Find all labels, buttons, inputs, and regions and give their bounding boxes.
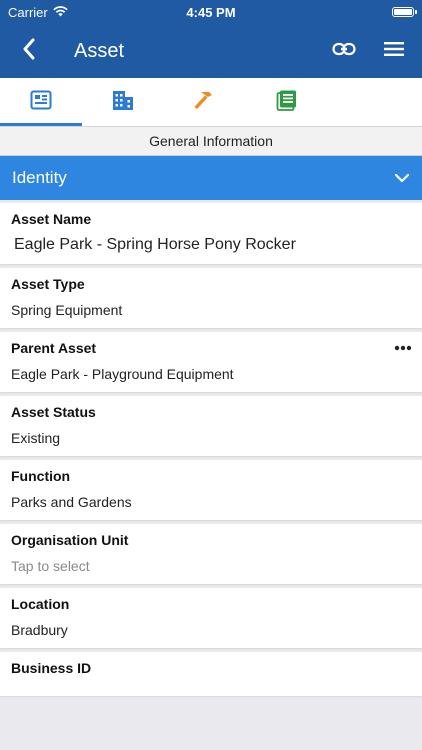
hammer-icon [192,88,218,117]
wifi-icon [53,5,68,20]
carrier-label: Carrier [8,4,48,20]
battery-icon [392,7,417,17]
field-asset-name[interactable]: Asset Name Eagle Park - Spring Horse Pon… [0,203,422,264]
field-value: Spring Equipment [11,302,123,318]
tab-maintenance[interactable] [164,78,246,126]
tab-notes[interactable] [246,78,328,126]
field-function[interactable]: Function Parks and Gardens [0,460,422,520]
more-options-button[interactable] [394,338,412,356]
field-label: Location [11,596,70,612]
field-label: Asset Name [11,211,92,227]
link-icon [332,42,356,61]
notes-icon [276,89,298,116]
link-button[interactable] [330,37,358,65]
field-value: Parks and Gardens [11,494,132,510]
status-left: Carrier [8,5,68,20]
field-value: Bradbury [11,622,68,638]
details-card-icon [30,90,52,115]
identity-fields: Asset Name Eagle Park - Spring Horse Pon… [0,200,422,696]
field-label: Function [11,468,71,484]
nav-actions [330,37,422,65]
back-button[interactable] [4,24,54,78]
field-value: Existing [11,430,61,446]
field-parent-asset[interactable]: Parent Asset Eagle Park - Playground Equ… [0,332,422,392]
field-placeholder: Tap to select [11,558,90,574]
menu-icon [384,41,404,62]
chevron-down-icon [394,168,410,188]
field-asset-type[interactable]: Asset Type Spring Equipment [0,268,422,328]
field-asset-status[interactable]: Asset Status Existing [0,396,422,456]
menu-button[interactable] [380,37,408,65]
back-chevron-icon [22,38,36,65]
field-value: Eagle Park - Spring Horse Pony Rocker [14,236,296,253]
field-value: Eagle Park - Playground Equipment [11,366,234,382]
buildings-icon [111,88,135,117]
section-header: General Information [0,127,422,156]
page-title: Asset [74,39,125,62]
field-label: Asset Type [11,276,85,292]
ellipsis-icon [394,345,412,351]
status-bar: Carrier 4:45 PM [0,0,422,24]
navigation-bar: Asset [0,24,422,78]
field-label: Organisation Unit [11,532,129,548]
field-organisation-unit[interactable]: Organisation Unit Tap to select [0,524,422,584]
field-label: Asset Status [11,404,96,420]
field-location[interactable]: Location Bradbury [0,588,422,648]
field-label: Parent Asset [11,340,97,356]
tab-buildings[interactable] [82,78,164,126]
group-title: Identity [12,168,67,187]
tab-bar [0,78,422,127]
field-business-id[interactable]: Business ID [0,652,422,696]
field-label: Business ID [11,660,92,676]
tab-details[interactable] [0,78,82,126]
identity-group-header[interactable]: Identity [0,156,422,200]
